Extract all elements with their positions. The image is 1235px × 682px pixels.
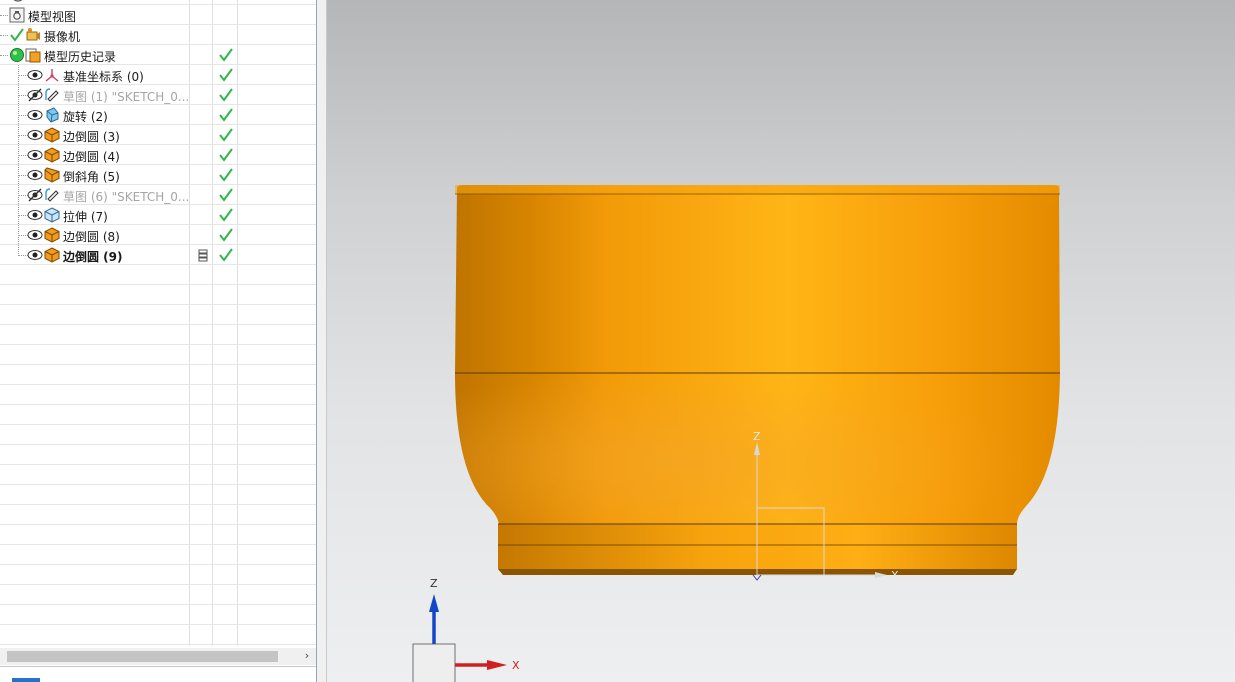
empty-row (0, 545, 316, 565)
chamfer-icon (44, 167, 60, 183)
tree-row-edge-blend-4[interactable]: 边倒圆 (4) (0, 145, 316, 165)
checkmark-icon (219, 108, 233, 122)
eye-icon[interactable] (27, 107, 43, 123)
sketch-icon (45, 188, 59, 202)
empty-row (0, 605, 316, 625)
empty-row (0, 385, 316, 405)
empty-row (0, 325, 316, 345)
graphics-viewport[interactable]: Z X Z X (327, 0, 1235, 682)
checkmark-icon (219, 48, 233, 62)
sketch-icon (45, 88, 59, 102)
eye-hidden-icon[interactable] (27, 87, 43, 103)
eye-icon[interactable] (27, 227, 43, 243)
checkmark-icon (219, 168, 233, 182)
eye-icon[interactable] (27, 167, 43, 183)
triad-x-label: X (512, 659, 520, 672)
checkmark-icon (10, 28, 24, 42)
tree-label: 摄像机 (44, 30, 81, 44)
selection-indicator (12, 678, 40, 682)
empty-row (0, 285, 316, 305)
empty-row (0, 265, 316, 285)
camera-icon (26, 28, 40, 41)
empty-row (0, 345, 316, 365)
tree-label: 模型历史记录 (44, 50, 117, 64)
eye-icon[interactable] (27, 127, 43, 143)
timestamp-marker-icon[interactable] (195, 247, 211, 263)
tree-label: 边倒圆 (4) (63, 150, 120, 164)
empty-row (0, 585, 316, 605)
eye-hidden-icon[interactable] (27, 187, 43, 203)
tree-label: 基准坐标系 (0) (63, 70, 144, 84)
tree-row-edge-blend-8[interactable]: 边倒圆 (8) (0, 225, 316, 245)
tree-label: 旋转 (2) (63, 110, 108, 124)
checkmark-icon (219, 88, 233, 102)
empty-row (0, 445, 316, 465)
tree-label: 倒斜角 (5) (63, 170, 120, 184)
tree-row-chamfer-5[interactable]: 倒斜角 (5) (0, 165, 316, 185)
checkmark-icon (219, 248, 233, 262)
model-views-icon (9, 7, 25, 23)
tree-row-model-views[interactable]: 模型视图 (0, 5, 316, 25)
tree-row-edge-blend-9[interactable]: 边倒圆 (9) (0, 245, 316, 265)
horizontal-scrollbar[interactable]: › (0, 648, 316, 665)
eye-icon[interactable] (27, 67, 43, 83)
edge-blend-icon (44, 227, 60, 243)
empty-row (0, 305, 316, 325)
tree-label: 草图 (6) "SKETCH_0... (63, 190, 190, 204)
datum-csys-icon (45, 69, 59, 82)
tree-label: 草图 (1) "SKETCH_0... (63, 90, 190, 104)
scroll-right-arrow-icon[interactable]: › (300, 649, 314, 663)
part-navigator: 模型视图 摄像机 模型历史记录 基准坐标系 (0) 草图 (1) "SKETCH… (0, 0, 317, 682)
tree-row-datum-csys[interactable]: 基准坐标系 (0) (0, 65, 316, 85)
checkmark-icon (219, 228, 233, 242)
edge-blend-icon (44, 147, 60, 163)
tree-row-extrude-7[interactable]: 拉伸 (7) (0, 205, 316, 225)
extrude-icon (44, 207, 60, 223)
tree-row-edge-blend-3[interactable]: 边倒圆 (3) (0, 125, 316, 145)
empty-row (0, 465, 316, 485)
checkmark-icon (219, 68, 233, 82)
empty-row (0, 405, 316, 425)
tree-row-model-history[interactable]: 模型历史记录 (0, 45, 316, 65)
tree-label: 边倒圆 (8) (63, 230, 120, 244)
empty-row (0, 425, 316, 445)
navigator-bottom-strip (0, 666, 316, 682)
tree-row-sketch-6[interactable]: 草图 (6) "SKETCH_0... (0, 185, 316, 205)
tree-label: 拉伸 (7) (63, 210, 108, 224)
tree-row-revolve[interactable]: 旋转 (2) (0, 105, 316, 125)
empty-row (0, 365, 316, 385)
panel-splitter[interactable] (317, 0, 327, 682)
status-green-dot-icon (10, 48, 24, 62)
triad-z-label: Z (430, 577, 438, 590)
checkmark-icon (219, 148, 233, 162)
tree-label: 边倒圆 (9) (63, 250, 123, 264)
empty-row (0, 625, 316, 645)
eye-icon[interactable] (27, 147, 43, 163)
csys-z-label: Z (753, 430, 761, 443)
empty-row (0, 505, 316, 525)
revolve-icon (46, 107, 59, 123)
edge-blend-icon (44, 247, 60, 263)
view-triad[interactable]: Z X (412, 577, 520, 682)
edge-blend-icon (44, 127, 60, 143)
empty-row (0, 525, 316, 545)
empty-row (0, 485, 316, 505)
checkmark-icon (219, 208, 233, 222)
tree-row-camera[interactable]: 摄像机 (0, 25, 316, 45)
scrollbar-thumb[interactable] (7, 651, 278, 662)
tree-row-sketch-1[interactable]: 草图 (1) "SKETCH_0... (0, 85, 316, 105)
tree-label: 模型视图 (28, 10, 77, 24)
eye-icon[interactable] (27, 247, 43, 263)
history-icon (25, 48, 41, 63)
eye-icon[interactable] (27, 207, 43, 223)
empty-row (0, 565, 316, 585)
tree-label: 边倒圆 (3) (63, 130, 120, 144)
views-icon (13, 0, 23, 2)
checkmark-icon (219, 128, 233, 142)
csys-x-label: X (891, 569, 899, 582)
checkmark-icon (219, 188, 233, 202)
viewport-canvas: Z X Z X (412, 185, 1060, 682)
